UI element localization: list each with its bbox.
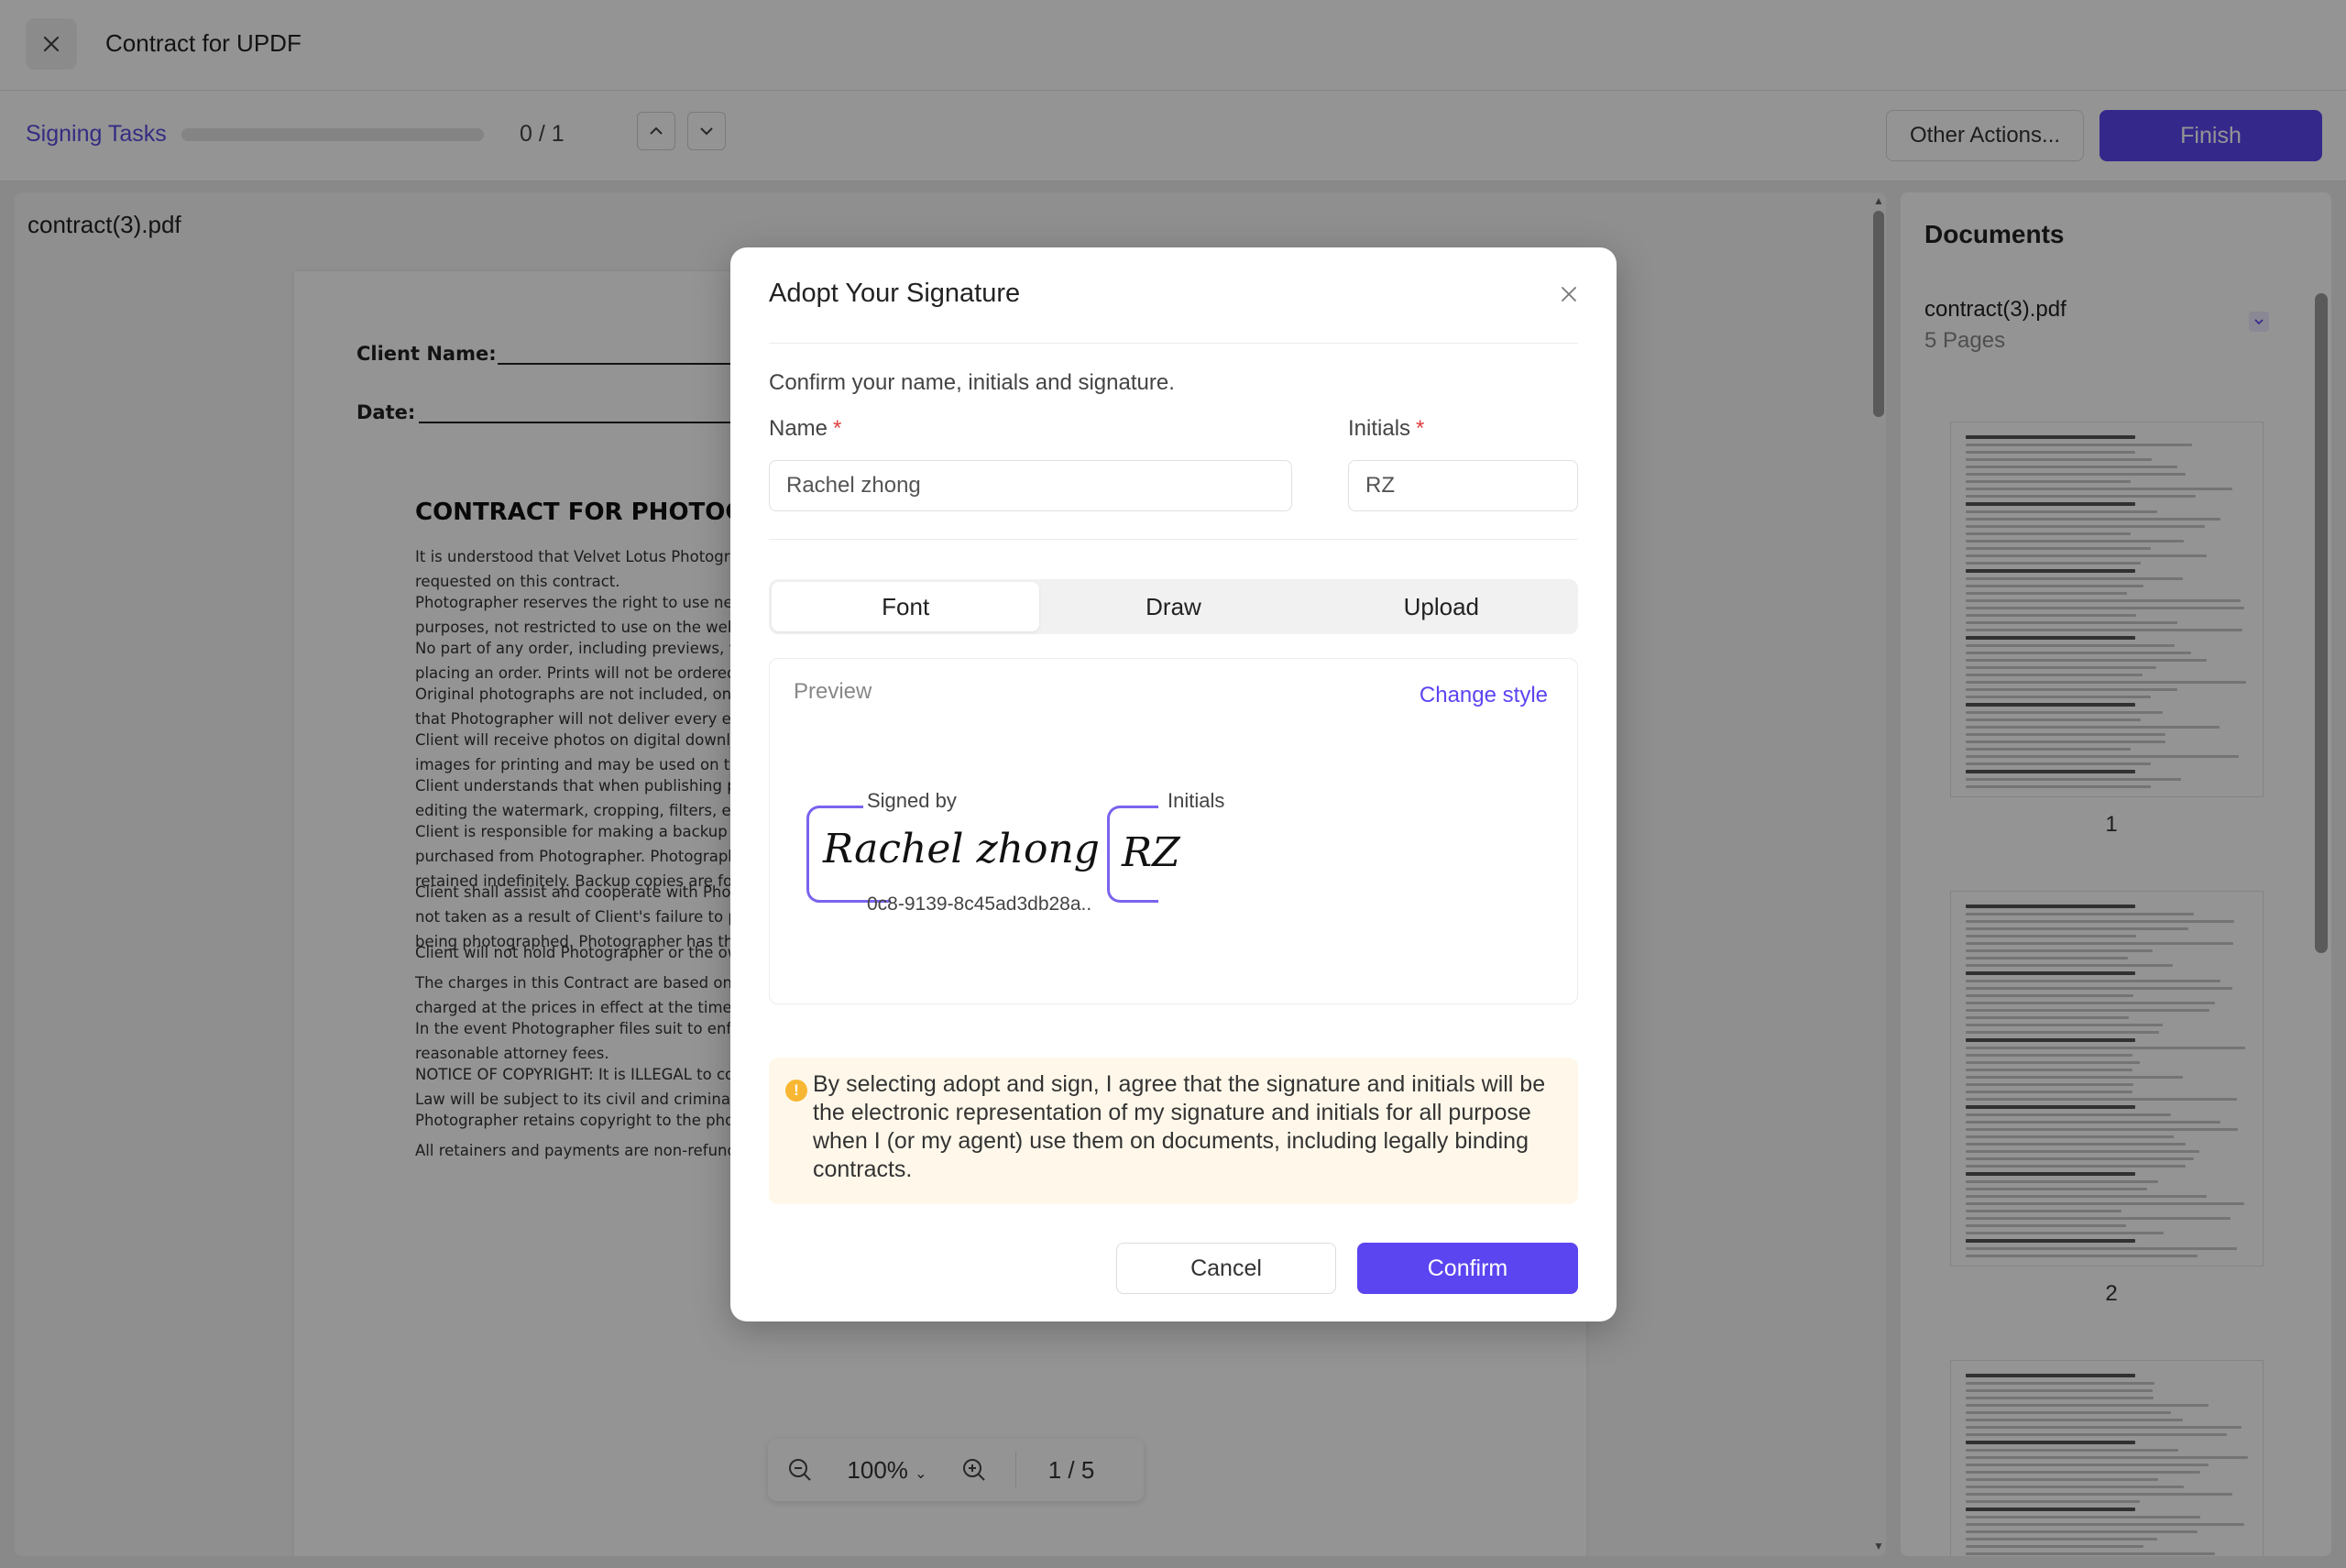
- signature-text: Rachel zhong: [823, 826, 1100, 872]
- required-marker: *: [833, 416, 842, 441]
- initials-label-text: Initials: [1348, 416, 1411, 441]
- required-marker: *: [1416, 416, 1425, 441]
- tab-upload[interactable]: Upload: [1308, 582, 1575, 631]
- signed-by-caption: Signed by: [863, 789, 960, 813]
- legal-notice: ! By selecting adopt and sign, I agree t…: [769, 1058, 1578, 1204]
- name-label: Name *: [769, 416, 841, 442]
- signature-preview: Preview Change style Signed by Rachel zh…: [769, 658, 1578, 1004]
- info-icon: !: [785, 1080, 807, 1102]
- adopt-signature-dialog: Adopt Your Signature Confirm your name, …: [730, 247, 1617, 1321]
- initials-caption: Initials: [1164, 789, 1229, 813]
- dialog-description: Confirm your name, initials and signatur…: [769, 370, 1175, 395]
- cancel-button[interactable]: Cancel: [1116, 1243, 1336, 1294]
- dialog-title: Adopt Your Signature: [769, 279, 1021, 308]
- dialog-divider: [769, 539, 1578, 540]
- tab-font[interactable]: Font: [772, 582, 1040, 631]
- change-style-link[interactable]: Change style: [1420, 683, 1548, 708]
- signature-method-tabs: Font Draw Upload: [769, 579, 1578, 634]
- signature-hash: 0c8-9139-8c45ad3db28a..: [867, 894, 1092, 915]
- legal-notice-text: By selecting adopt and sign, I agree tha…: [813, 1071, 1546, 1182]
- initials-input[interactable]: [1348, 460, 1578, 511]
- name-label-text: Name: [769, 416, 828, 441]
- close-icon: [1562, 287, 1576, 302]
- dialog-close-button[interactable]: [1555, 280, 1583, 308]
- initials-signature: RZ: [1122, 829, 1180, 876]
- name-input[interactable]: [769, 460, 1292, 511]
- preview-label: Preview: [794, 679, 872, 704]
- tab-draw[interactable]: Draw: [1039, 582, 1307, 631]
- confirm-button[interactable]: Confirm: [1357, 1243, 1578, 1294]
- initials-label: Initials *: [1348, 416, 1424, 442]
- dialog-divider: [769, 343, 1578, 344]
